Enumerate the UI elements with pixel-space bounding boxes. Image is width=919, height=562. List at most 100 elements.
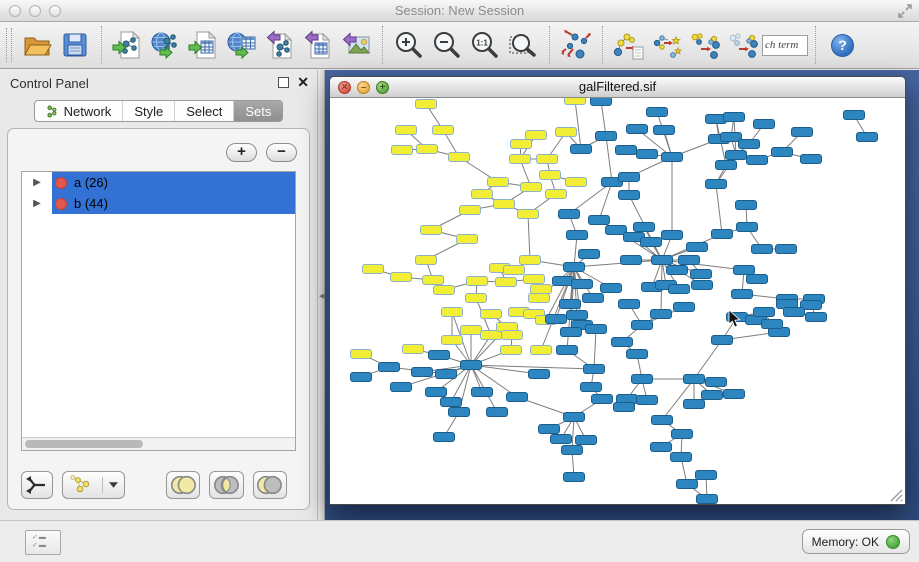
split-set-button[interactable] — [21, 471, 53, 499]
graph-node-blue[interactable] — [579, 250, 600, 259]
graph-node-yellow[interactable] — [494, 200, 515, 209]
graph-node-yellow[interactable] — [510, 155, 531, 164]
graph-node-yellow[interactable] — [442, 336, 463, 345]
graph-node-blue[interactable] — [736, 201, 757, 210]
zoom-out-button[interactable] — [428, 26, 466, 64]
graph-node-yellow[interactable] — [546, 190, 567, 199]
graph-node-blue[interactable] — [692, 281, 713, 290]
graph-node-blue[interactable] — [571, 145, 592, 154]
graph-edge[interactable] — [574, 260, 662, 267]
minimize-network-button[interactable]: – — [357, 81, 370, 94]
graph-node-blue[interactable] — [487, 408, 508, 417]
graph-node-blue[interactable] — [724, 113, 745, 122]
graph-node-blue[interactable] — [844, 111, 865, 120]
graph-node-blue[interactable] — [662, 231, 683, 240]
graph-node-yellow[interactable] — [434, 286, 455, 295]
graph-node-yellow[interactable] — [423, 276, 444, 285]
graph-node-blue[interactable] — [801, 155, 822, 164]
tab-network[interactable]: Network — [35, 101, 124, 121]
graph-node-blue[interactable] — [857, 133, 878, 142]
network-canvas[interactable] — [330, 98, 905, 504]
graph-node-yellow[interactable] — [442, 308, 463, 317]
import-table-url-button[interactable] — [223, 26, 261, 64]
horizontal-scrollbar[interactable] — [22, 437, 295, 450]
graph-node-blue[interactable] — [589, 216, 610, 225]
graph-node-blue[interactable] — [426, 388, 447, 397]
list-item[interactable]: ▶ a (26) — [22, 172, 295, 193]
graph-node-blue[interactable] — [601, 284, 622, 293]
graph-node-blue[interactable] — [449, 408, 470, 417]
graph-node-blue[interactable] — [586, 325, 607, 334]
network-window[interactable]: × – + galFiltered.sif — [329, 76, 906, 505]
first-neighbors-button[interactable] — [648, 26, 686, 64]
graph-node-yellow[interactable] — [502, 331, 523, 340]
graph-edge[interactable] — [606, 136, 612, 182]
graph-node-blue[interactable] — [706, 378, 727, 387]
hide-selected-button[interactable] — [724, 26, 762, 64]
graph-node-blue[interactable] — [712, 230, 733, 239]
graph-node-blue[interactable] — [539, 425, 560, 434]
graph-node-yellow[interactable] — [396, 126, 417, 135]
intersect-sets-button[interactable] — [209, 471, 243, 499]
add-set-button[interactable]: + — [226, 143, 257, 162]
graph-node-blue[interactable] — [726, 151, 747, 160]
graph-node-yellow[interactable] — [466, 294, 487, 303]
graph-node-yellow[interactable] — [496, 278, 517, 287]
graph-node-yellow[interactable] — [363, 265, 384, 274]
graph-node-blue[interactable] — [651, 310, 672, 319]
graph-node-blue[interactable] — [716, 161, 737, 170]
graph-node-blue[interactable] — [637, 396, 658, 405]
graph-node-blue[interactable] — [712, 336, 733, 345]
graph-node-yellow[interactable] — [460, 206, 481, 215]
graph-node-yellow[interactable] — [391, 273, 412, 282]
zoom-window-button[interactable] — [49, 5, 61, 17]
graph-node-blue[interactable] — [592, 395, 613, 404]
graph-node-blue[interactable] — [627, 125, 648, 134]
graph-node-blue[interactable] — [616, 146, 637, 155]
close-window-button[interactable] — [9, 5, 21, 17]
graph-node-blue[interactable] — [391, 383, 412, 392]
search-input[interactable] — [762, 35, 808, 56]
new-network-from-selection-button[interactable] — [610, 26, 648, 64]
import-network-url-button[interactable] — [147, 26, 185, 64]
graph-node-blue[interactable] — [732, 290, 753, 299]
graph-node-blue[interactable] — [734, 266, 755, 275]
graph-node-blue[interactable] — [696, 471, 717, 480]
graph-node-yellow[interactable] — [531, 285, 552, 294]
graph-node-blue[interactable] — [721, 133, 742, 142]
graph-node-blue[interactable] — [806, 313, 827, 322]
panel-splitter[interactable]: ◀ — [318, 70, 325, 520]
network-window-titlebar[interactable]: × – + galFiltered.sif — [330, 77, 905, 98]
graph-node-blue[interactable] — [671, 453, 692, 462]
graph-node-blue[interactable] — [772, 148, 793, 157]
close-network-button[interactable]: × — [338, 81, 351, 94]
graph-node-blue[interactable] — [507, 393, 528, 402]
save-button[interactable] — [56, 26, 94, 64]
graph-node-blue[interactable] — [561, 328, 582, 337]
graph-edge[interactable] — [575, 100, 581, 149]
graph-node-blue[interactable] — [691, 270, 712, 279]
graph-node-blue[interactable] — [754, 308, 775, 317]
graph-node-yellow[interactable] — [526, 131, 547, 140]
graph-node-blue[interactable] — [583, 294, 604, 303]
graph-node-blue[interactable] — [747, 275, 768, 284]
graph-node-yellow[interactable] — [565, 98, 586, 105]
graph-node-blue[interactable] — [557, 346, 578, 355]
graph-node-blue[interactable] — [553, 277, 574, 286]
close-panel-icon[interactable]: ✕ — [297, 74, 309, 91]
graph-node-yellow[interactable] — [416, 256, 437, 265]
graph-edge[interactable] — [599, 182, 612, 220]
graph-node-yellow[interactable] — [521, 183, 542, 192]
graph-node-yellow[interactable] — [511, 140, 532, 149]
graph-node-blue[interactable] — [434, 433, 455, 442]
graph-node-yellow[interactable] — [520, 256, 541, 265]
zoom-selected-button[interactable] — [504, 26, 542, 64]
maximize-network-button[interactable]: + — [376, 81, 389, 94]
create-set-from-network-button[interactable] — [62, 471, 125, 499]
graph-node-blue[interactable] — [576, 436, 597, 445]
graph-node-blue[interactable] — [762, 320, 783, 329]
graph-node-yellow[interactable] — [417, 145, 438, 154]
graph-node-blue[interactable] — [652, 256, 673, 265]
graph-node-blue[interactable] — [679, 256, 700, 265]
graph-node-blue[interactable] — [441, 398, 462, 407]
